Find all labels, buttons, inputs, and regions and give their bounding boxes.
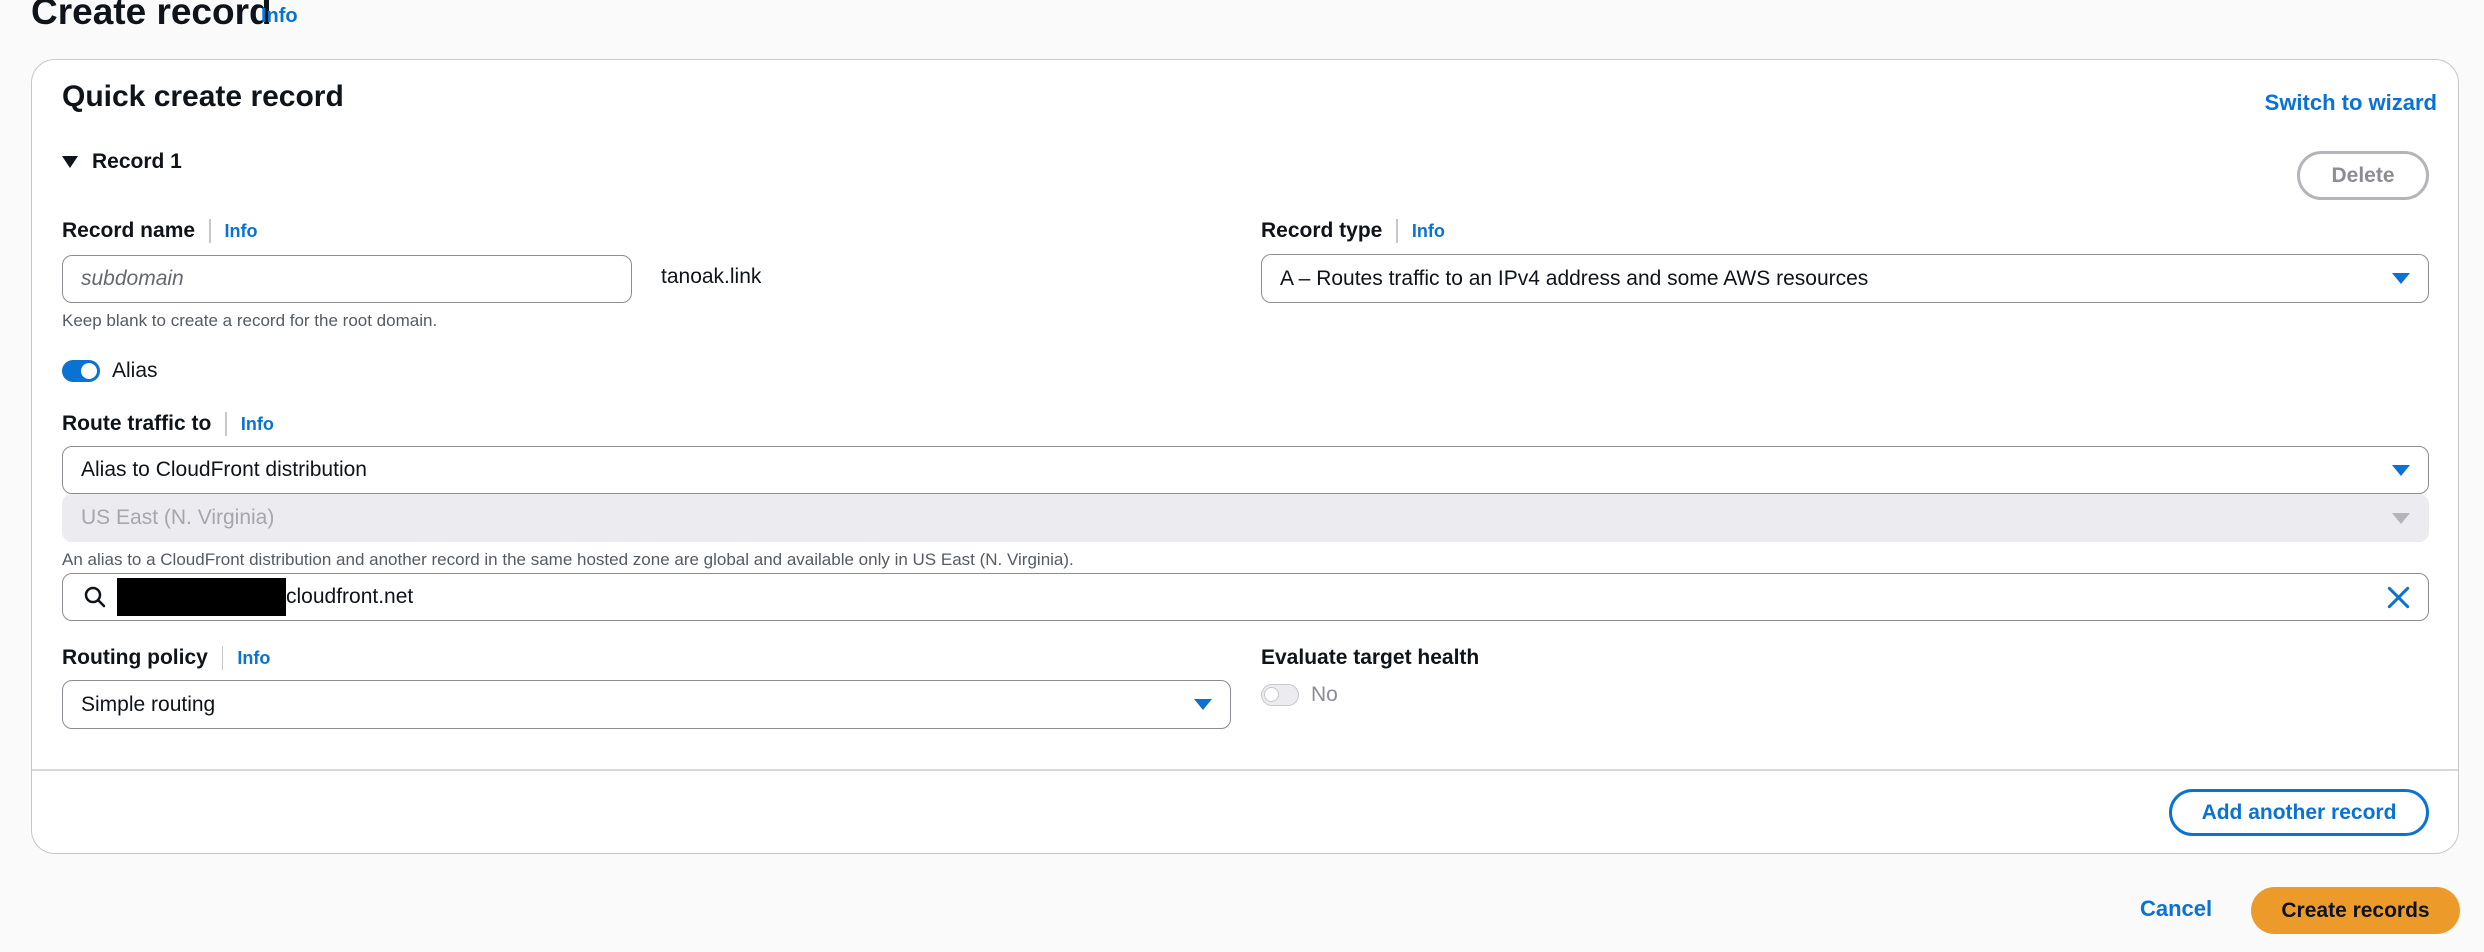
record-name-info-link[interactable]: Info: [225, 221, 258, 242]
label-separator: [225, 412, 227, 436]
record-name-label-text: Record name: [62, 219, 196, 242]
evaluate-health-value: No: [1311, 683, 1338, 706]
record-name-hint: Keep blank to create a record for the ro…: [62, 311, 438, 330]
page-title: Create record: [31, 0, 272, 32]
domain-suffix: tanoak.link: [661, 265, 762, 288]
label-separator: [221, 646, 224, 670]
alias-toggle[interactable]: [62, 360, 100, 382]
label-separator: [1396, 219, 1398, 243]
chevron-down-icon: [1194, 699, 1212, 710]
route-traffic-info-link[interactable]: Info: [241, 414, 274, 435]
evaluate-health-label: Evaluate target health: [1261, 646, 1480, 669]
routing-policy-info-link[interactable]: Info: [237, 648, 270, 669]
endpoint-search-input[interactable]: cloudfront.net: [62, 573, 2429, 621]
card-divider: [32, 769, 2458, 771]
record-type-info-link[interactable]: Info: [1412, 221, 1445, 242]
cancel-button[interactable]: Cancel: [2140, 896, 2212, 922]
search-icon: [84, 586, 106, 608]
chevron-down-icon: [2392, 512, 2410, 524]
evaluate-health-toggle: [1261, 684, 1299, 706]
region-hint: An alias to a CloudFront distribution an…: [62, 550, 1074, 569]
region-value: US East (N. Virginia): [81, 506, 275, 529]
chevron-down-icon: [2392, 464, 2410, 476]
routing-policy-label: Routing policy Info: [62, 646, 270, 670]
endpoint-value: Alias to CloudFront distribution: [81, 458, 367, 481]
add-another-record-button[interactable]: Add another record: [2169, 789, 2429, 836]
record-name-input[interactable]: subdomain: [62, 255, 632, 303]
alias-label: Alias: [112, 359, 158, 382]
routing-policy-label-text: Routing policy: [62, 646, 208, 669]
routing-policy-select[interactable]: Simple routing: [62, 680, 1231, 729]
record-name-label: Record name Info: [62, 219, 258, 243]
endpoint-target-value: cloudfront.net: [286, 585, 414, 608]
record-type-label: Record type Info: [1261, 219, 1445, 243]
switch-to-wizard-link[interactable]: Switch to wizard: [2265, 90, 2437, 116]
redacted-text: [117, 578, 286, 616]
region-select: US East (N. Virginia): [62, 494, 2429, 542]
route-traffic-label: Route traffic to Info: [62, 412, 274, 436]
record-expander[interactable]: Record 1: [62, 150, 182, 174]
label-separator: [209, 219, 211, 243]
evaluate-health-toggle-row: No: [1261, 683, 1338, 707]
record-type-label-text: Record type: [1261, 219, 1383, 242]
record-expander-label: Record 1: [92, 150, 182, 173]
endpoint-select[interactable]: Alias to CloudFront distribution: [62, 446, 2429, 494]
route-traffic-label-text: Route traffic to: [62, 412, 212, 435]
delete-record-button[interactable]: Delete: [2297, 151, 2429, 200]
record-type-value: A – Routes traffic to an IPv4 address an…: [1280, 266, 1869, 290]
caret-down-icon: [62, 156, 78, 168]
record-type-select[interactable]: A – Routes traffic to an IPv4 address an…: [1261, 254, 2429, 303]
routing-policy-value: Simple routing: [81, 692, 216, 716]
alias-toggle-row[interactable]: Alias: [62, 359, 158, 383]
close-icon[interactable]: [2386, 585, 2410, 609]
card-title: Quick create record: [62, 80, 344, 113]
record-name-placeholder: subdomain: [81, 267, 184, 290]
title-info-link[interactable]: Info: [261, 5, 298, 28]
chevron-down-icon: [2392, 273, 2410, 284]
create-records-button[interactable]: Create records: [2251, 887, 2460, 934]
